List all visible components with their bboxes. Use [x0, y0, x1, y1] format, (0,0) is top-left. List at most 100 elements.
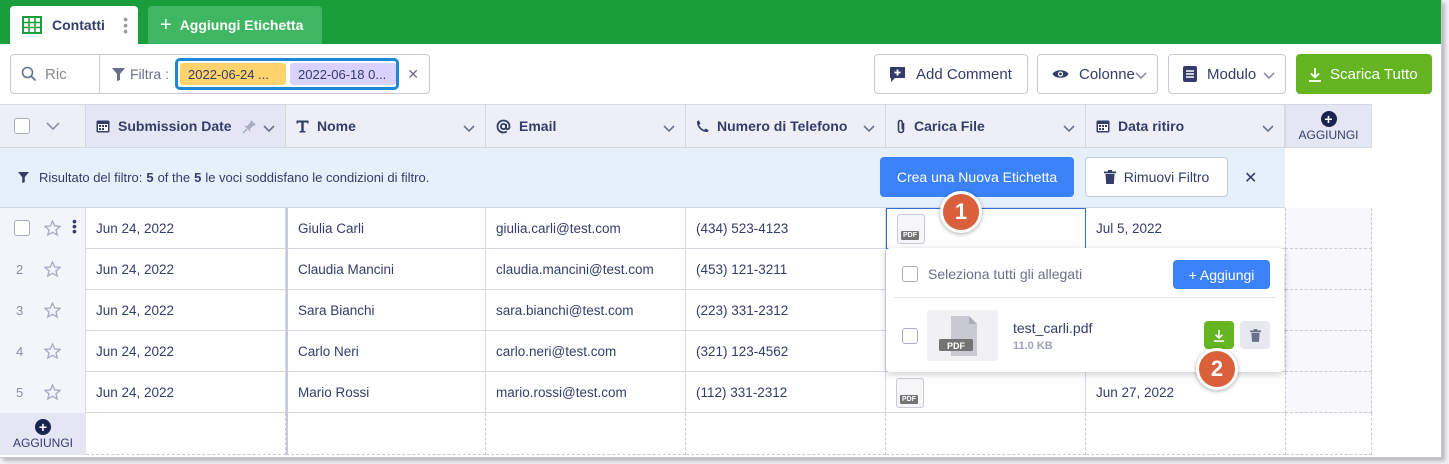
chevron-down-icon[interactable] — [46, 122, 60, 131]
row-menu-icon[interactable]: • • • — [72, 214, 77, 238]
add-column-button[interactable]: + AGGIUNGI — [1285, 104, 1372, 148]
pdf-file-icon[interactable]: PDF — [897, 213, 925, 244]
filter-chip-date-2[interactable]: 2022-06-18 0... — [290, 63, 396, 85]
column-header-email[interactable]: Email — [486, 104, 686, 148]
empty-cell — [1286, 413, 1372, 455]
filter-result-suffix: le voci soddisfano le condizioni di filt… — [205, 170, 430, 185]
filter-result-mid: of the — [157, 170, 191, 185]
search-box[interactable] — [10, 54, 100, 94]
columns-button[interactable]: Colonne — [1037, 54, 1158, 94]
form-label: Modulo — [1207, 65, 1257, 83]
column-header-nome[interactable]: Nome — [286, 104, 486, 148]
pin-icon[interactable] — [242, 119, 257, 134]
columns-label: Colonne — [1079, 65, 1135, 83]
cell-submission-date[interactable]: Jun 24, 2022 — [86, 208, 286, 249]
remove-filter-label: Rimuovi Filtro — [1123, 169, 1210, 185]
delete-attachment-button[interactable] — [1240, 321, 1270, 349]
cell-nome[interactable]: Mario Rossi — [286, 372, 486, 413]
column-header-submission-date[interactable]: Submission Date — [86, 104, 286, 148]
plus-icon: + — [160, 14, 172, 36]
tab-contatti-label: Contatti — [52, 17, 105, 33]
column-header-data-ritiro[interactable]: Data ritiro — [1086, 104, 1285, 148]
cell-nome[interactable]: Sara Bianchi — [286, 290, 486, 331]
star-icon[interactable] — [44, 261, 61, 278]
add-comment-button[interactable]: Add Comment — [874, 54, 1028, 94]
row-controls: 3 — [0, 290, 86, 331]
chevron-down-icon[interactable] — [863, 125, 875, 133]
cell-submission-date[interactable]: Jun 24, 2022 — [86, 249, 286, 290]
column-header-carica-file[interactable]: Carica File — [886, 104, 1086, 148]
form-button[interactable]: Modulo — [1168, 54, 1286, 94]
select-all-attachments[interactable]: Seleziona tutti gli allegati — [902, 266, 1082, 282]
star-icon[interactable] — [44, 384, 61, 401]
cell-phone[interactable]: (434) 523-4123 — [686, 208, 886, 249]
download-all-button[interactable]: Scarica Tutto — [1296, 54, 1432, 94]
tab-contatti[interactable]: Contatti • • • — [10, 6, 138, 44]
add-attachment-button[interactable]: + Aggiungi — [1173, 260, 1270, 289]
attachment-thumbnail[interactable]: PDF — [927, 310, 998, 361]
row-controls: 4 — [0, 331, 86, 372]
cell-phone[interactable]: (321) 123-4562 — [686, 331, 886, 372]
cell-submission-date[interactable]: Jun 24, 2022 — [86, 290, 286, 331]
cell-submission-date[interactable]: Jun 24, 2022 — [86, 372, 286, 413]
add-row-button[interactable]: + AGGIUNGI — [0, 413, 86, 455]
cell-phone[interactable]: (453) 121-3211 — [686, 249, 886, 290]
clear-filter-icon[interactable]: ✕ — [407, 66, 419, 83]
chevron-down-icon[interactable] — [1063, 125, 1075, 133]
chevron-down-icon[interactable] — [463, 125, 475, 133]
cell-file[interactable]: PDF — [886, 372, 1086, 413]
cell-email[interactable]: carlo.neri@test.com — [486, 331, 686, 372]
attachment-checkbox[interactable] — [902, 328, 918, 344]
chevron-down-icon[interactable] — [263, 125, 275, 133]
star-icon[interactable] — [44, 302, 61, 319]
add-tab-button[interactable]: + Aggiungi Etichetta — [148, 6, 322, 44]
chevron-down-icon[interactable] — [663, 125, 675, 133]
pdf-file-icon[interactable]: PDF — [896, 377, 924, 408]
remove-filter-button[interactable]: Rimuovi Filtro — [1085, 157, 1228, 197]
select-all-attachments-checkbox[interactable] — [902, 266, 918, 282]
header-select-all — [0, 104, 86, 148]
filter-result-message: Risultato del filtro: 5 of the 5 le voci… — [18, 170, 429, 185]
cell-nome[interactable]: Giulia Carli — [286, 208, 486, 249]
row-controls: 5 — [0, 372, 86, 413]
plus-circle-icon: + — [35, 418, 51, 435]
cell-email[interactable]: sara.bianchi@test.com — [486, 290, 686, 331]
row-checkbox[interactable] — [14, 220, 30, 236]
cell-nome[interactable]: Carlo Neri — [286, 331, 486, 372]
cell-data-ritiro[interactable]: Jul 5, 2022 — [1086, 208, 1286, 249]
filter-icon — [112, 67, 125, 81]
empty-row — [86, 413, 1372, 455]
column-header-label: Nome — [317, 118, 356, 134]
cell-file-active[interactable]: PDF — [886, 208, 1086, 249]
cell-email[interactable]: mario.rossi@test.com — [486, 372, 686, 413]
cell-nome[interactable]: Claudia Mancini — [286, 249, 486, 290]
empty-cell — [486, 413, 686, 455]
column-header-label: Numero di Telefono — [717, 118, 848, 134]
empty-cell — [1285, 331, 1372, 372]
star-icon[interactable] — [44, 343, 61, 360]
download-attachment-button[interactable] — [1204, 321, 1234, 349]
empty-cell — [1285, 290, 1372, 331]
cell-phone[interactable]: (112) 331-2312 — [686, 372, 886, 413]
filter-chip-date-1[interactable]: 2022-06-24 ... — [180, 63, 286, 85]
star-icon[interactable] — [44, 220, 61, 237]
chevron-down-icon[interactable] — [1262, 125, 1274, 133]
search-input[interactable] — [45, 65, 95, 83]
more-vertical-icon[interactable]: • • • — [123, 12, 128, 38]
cell-email[interactable]: claudia.mancini@test.com — [486, 249, 686, 290]
cell-submission-date[interactable]: Jun 24, 2022 — [86, 331, 286, 372]
cell-email[interactable]: giulia.carli@test.com — [486, 208, 686, 249]
filter-result-total: 5 — [194, 170, 202, 185]
create-label-button[interactable]: Crea una Nuova Etichetta — [880, 157, 1074, 197]
add-column-label: AGGIUNGI — [1298, 127, 1359, 142]
column-header-label: Submission Date — [118, 118, 232, 134]
select-all-checkbox[interactable] — [14, 118, 30, 134]
close-filter-bar-icon[interactable]: ✕ — [1244, 168, 1257, 188]
cell-phone[interactable]: (223) 331-2312 — [686, 290, 886, 331]
add-tab-label: Aggiungi Etichetta — [179, 17, 304, 33]
column-header-telefono[interactable]: Numero di Telefono — [686, 104, 886, 148]
table-row: • • • Jun 24, 2022 Giulia Carli giulia.car… — [0, 208, 1286, 249]
filter-box[interactable]: Filtra : 2022-06-24 ... 2022-06-18 0... … — [99, 54, 430, 94]
empty-cell — [886, 413, 1086, 455]
cell-data-ritiro[interactable]: Jun 27, 2022 — [1086, 372, 1286, 413]
